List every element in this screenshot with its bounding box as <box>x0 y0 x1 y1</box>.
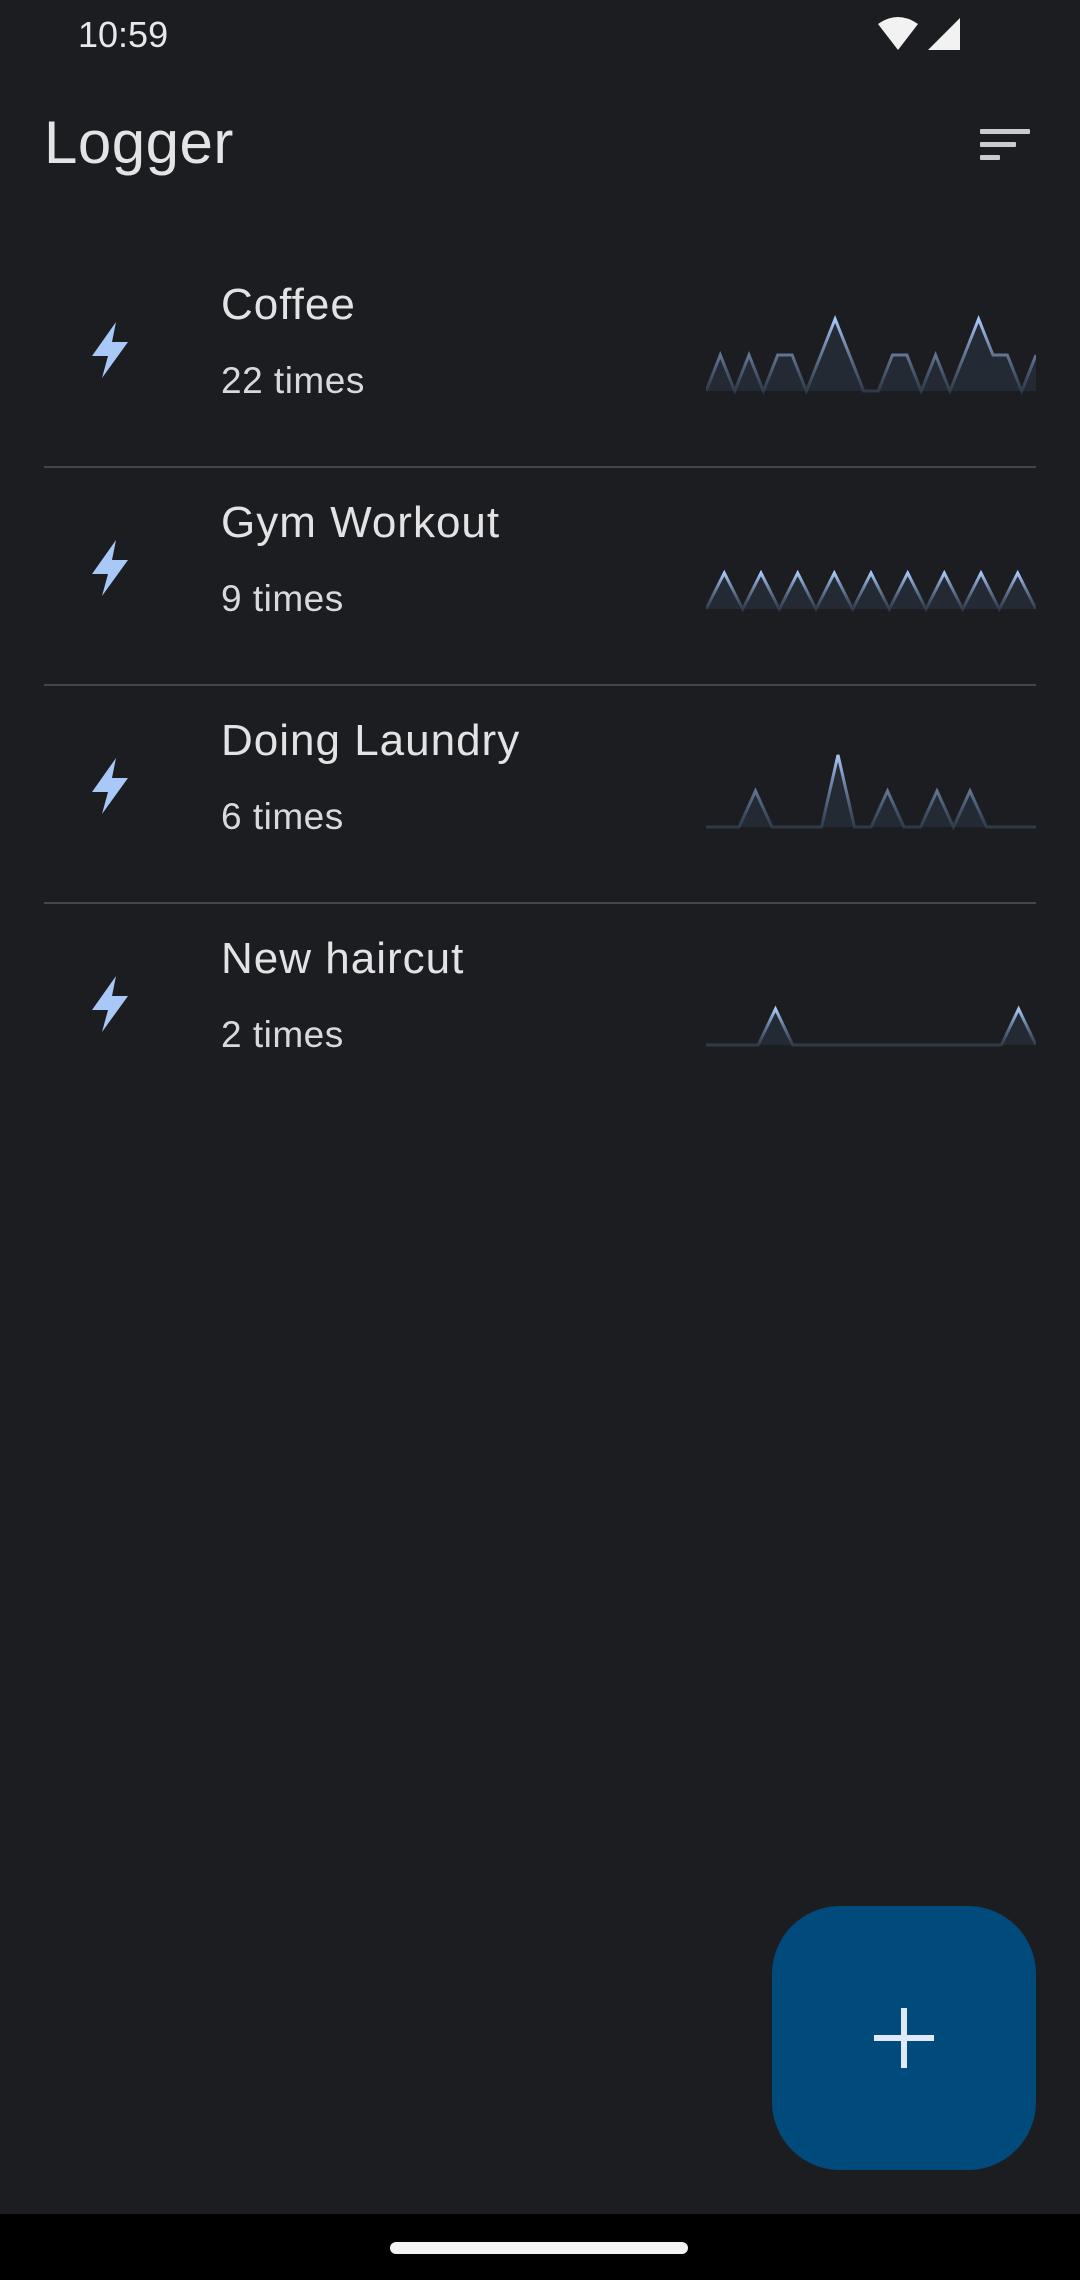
item-count: 9 times <box>221 578 344 619</box>
sparkline-area <box>706 319 1036 391</box>
bolt-icon <box>92 322 128 378</box>
sparkline-line <box>706 1005 1036 1047</box>
list-item[interactable]: New haircut 2 times <box>0 904 1080 1122</box>
status-time: 10:59 <box>78 14 169 55</box>
bolt-icon <box>92 758 128 814</box>
status-icons <box>878 16 962 52</box>
item-name: Coffee <box>221 280 356 329</box>
list-item[interactable]: Gym Workout 9 times <box>0 468 1080 686</box>
sparkline-area <box>706 1009 1036 1045</box>
bolt-icon <box>92 976 128 1032</box>
item-count: 6 times <box>221 796 344 837</box>
cellular-signal-icon <box>928 18 960 50</box>
app-bar: Logger <box>0 90 1080 200</box>
item-name: Gym Workout <box>221 498 501 547</box>
item-count: 22 times <box>221 360 365 401</box>
list-item[interactable]: Coffee 22 times <box>0 250 1080 468</box>
item-count: 2 times <box>221 1014 344 1055</box>
sort-icon <box>980 129 1030 160</box>
item-name: Doing Laundry <box>221 716 521 765</box>
trend-sparkline <box>706 754 1036 831</box>
navigation-bar <box>0 2214 1080 2280</box>
list-item[interactable]: Doing Laundry 6 times <box>0 686 1080 904</box>
trend-sparkline <box>706 1005 1036 1047</box>
status-bar: 10:59 <box>0 0 1080 70</box>
item-name: New haircut <box>221 934 465 983</box>
wifi-icon <box>878 17 918 50</box>
plus-icon <box>874 2008 934 2068</box>
trend-sparkline <box>706 314 1036 396</box>
page-title: Logger <box>44 109 234 176</box>
sort-button[interactable] <box>960 110 1050 180</box>
sparkline-area <box>706 573 1036 609</box>
trend-sparkline <box>706 569 1036 613</box>
logger-list: Coffee 22 times Gym Workout 9 times Doin… <box>0 250 1080 1122</box>
add-entry-button[interactable] <box>772 1906 1036 2170</box>
bolt-icon <box>92 540 128 596</box>
home-gesture-handle[interactable] <box>390 2242 688 2254</box>
